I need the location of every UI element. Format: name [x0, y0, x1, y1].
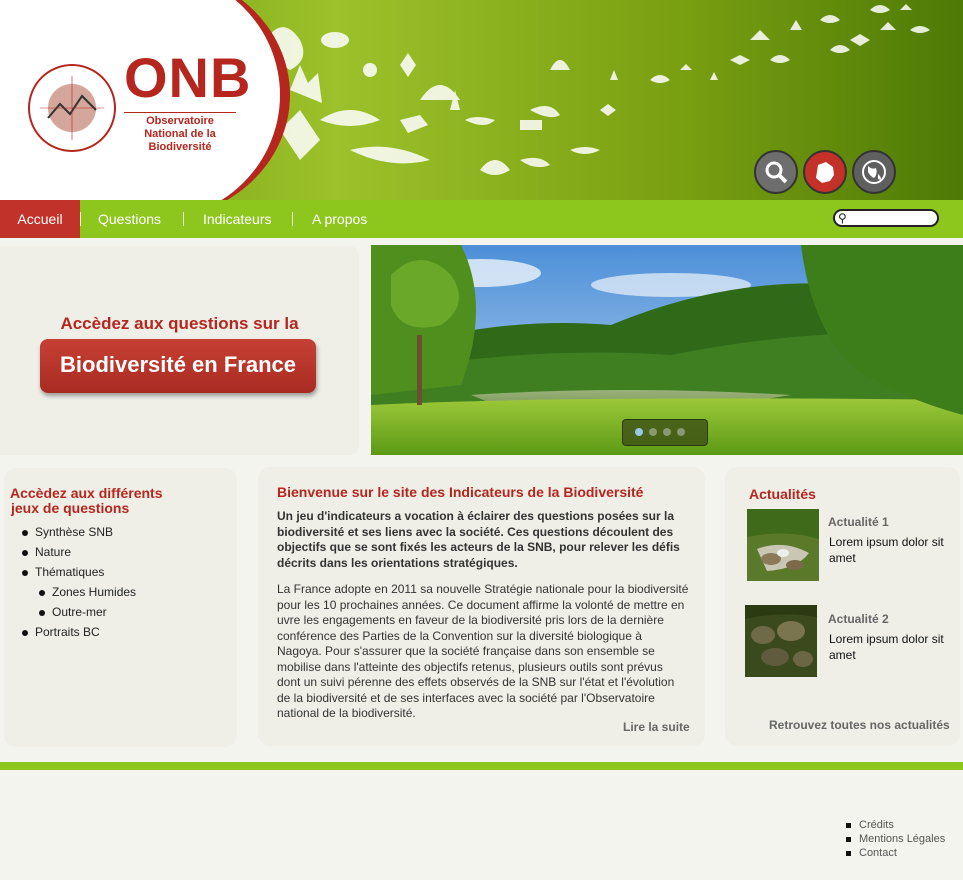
nav-label: A propos — [312, 211, 368, 227]
welcome-title: Bienvenue sur le site des Indicateurs de… — [277, 484, 644, 500]
list-bullet — [22, 550, 28, 556]
search-input[interactable] — [853, 211, 937, 227]
slideshow-pager[interactable] — [622, 419, 708, 446]
slide-dot-4[interactable] — [677, 428, 685, 436]
question-sets-title-line2: jeux de questions — [11, 500, 130, 516]
footer-link-contact[interactable]: Contact — [859, 847, 897, 859]
footer-link-credits[interactable]: Crédits — [859, 819, 894, 831]
read-more-link[interactable]: Lire la suite — [623, 720, 690, 734]
news-item-text: Lorem ipsum dolor sit amet — [829, 632, 944, 662]
list-item-outre-mer[interactable]: Outre-mer — [52, 605, 107, 619]
hero-intro-text: Accèdez aux questions sur la — [60, 314, 299, 333]
news-thumbnail-1[interactable] — [747, 509, 819, 581]
nav-label: Accueil — [17, 211, 63, 227]
nav-item-a-propos[interactable]: A propos — [312, 200, 367, 238]
news-title: Actualités — [749, 486, 816, 502]
footer-bullet — [846, 823, 851, 828]
nav-divider — [183, 212, 184, 226]
nav-item-accueil[interactable]: Accueil — [0, 200, 80, 238]
logo-wordmark[interactable]: ONB — [124, 48, 251, 108]
news-item-title[interactable]: Actualité 2 — [828, 612, 889, 626]
france-map-icon[interactable] — [803, 150, 847, 194]
footer-link-mentions-legales[interactable]: Mentions Légales — [859, 833, 945, 845]
news-item-text: Lorem ipsum dolor sit amet — [829, 535, 944, 565]
biodiversite-france-button[interactable]: Biodiversité en France — [40, 339, 316, 393]
search-magnifier-icon[interactable] — [754, 150, 798, 194]
search-icon: ⚲ — [838, 211, 847, 225]
onb-emblem-icon[interactable] — [28, 64, 116, 152]
globe-icon[interactable] — [852, 150, 896, 194]
list-bullet — [22, 530, 28, 536]
welcome-intro-bold: Un jeu d'indicateurs a vocation à éclair… — [277, 509, 680, 570]
nav-item-indicateurs[interactable]: Indicateurs — [203, 200, 271, 238]
news-item-title[interactable]: Actualité 1 — [828, 515, 889, 529]
nav-label: Questions — [98, 211, 162, 227]
list-item-zones-humides[interactable]: Zones Humides — [52, 585, 136, 599]
main-navigation: Accueil Questions Indicateurs A propos — [0, 200, 963, 238]
list-bullet — [22, 570, 28, 576]
site-header: ONB Observatoire National de la Biodiver… — [0, 0, 963, 200]
list-bullet — [22, 630, 28, 636]
footer-bullet — [846, 851, 851, 856]
list-bullet — [39, 590, 45, 596]
nav-item-questions[interactable]: Questions — [98, 200, 161, 238]
news-thumbnail-2[interactable] — [745, 605, 817, 677]
list-item-thematiques[interactable]: Thématiques — [35, 565, 104, 579]
all-news-link[interactable]: Retrouvez toutes nos actualités — [769, 718, 950, 732]
search-box[interactable]: ⚲ — [833, 209, 939, 227]
footer-divider — [0, 762, 963, 770]
list-bullet — [39, 610, 45, 616]
slide-dot-2[interactable] — [649, 428, 657, 436]
list-item-portraits-bc[interactable]: Portraits BC — [35, 625, 100, 639]
list-item-nature[interactable]: Nature — [35, 545, 71, 559]
slide-dot-3[interactable] — [663, 428, 671, 436]
question-sets-title-line1: Accèdez aux différents — [10, 485, 163, 501]
logo-subtitle: Observatoire National de la Biodiversité — [124, 112, 236, 154]
nav-label: Indicateurs — [203, 211, 272, 227]
welcome-body-text: La France adopte en 2011 sa nouvelle Str… — [277, 582, 689, 720]
nav-divider — [80, 212, 81, 226]
nav-divider — [292, 212, 293, 226]
list-item-synthese-snb[interactable]: Synthèse SNB — [35, 525, 113, 539]
footer-bullet — [846, 837, 851, 842]
slide-dot-1[interactable] — [635, 428, 643, 436]
